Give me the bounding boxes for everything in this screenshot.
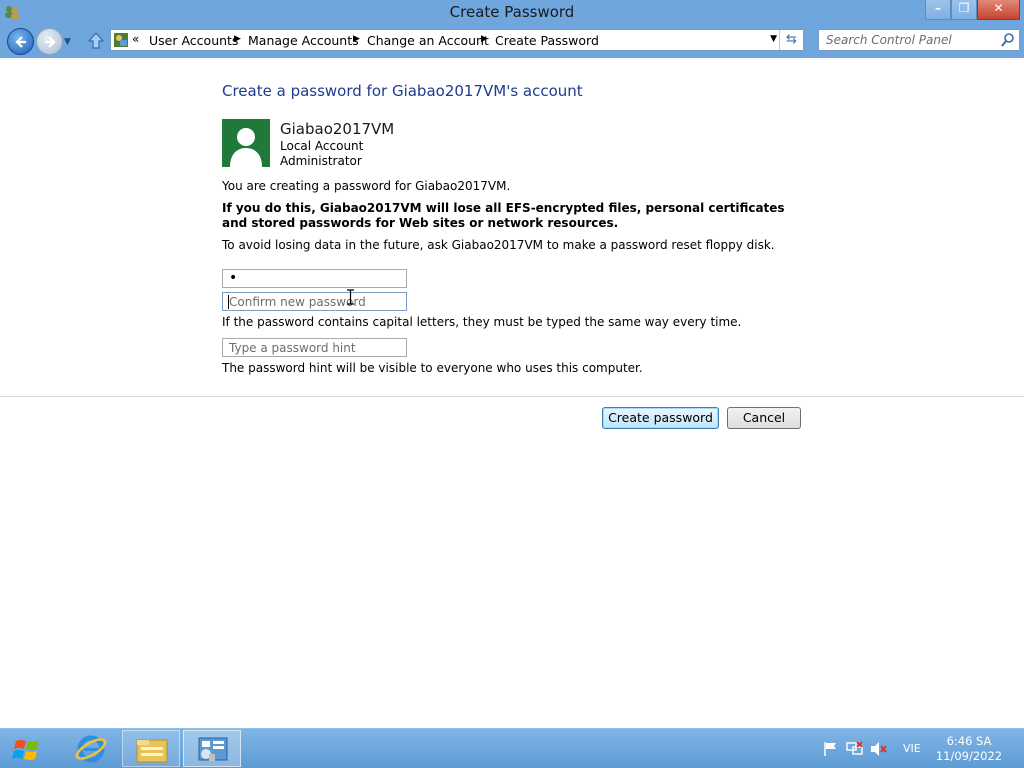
address-bar[interactable]: « User Accounts ▶ Manage Accounts ▶ Chan… xyxy=(110,29,804,51)
internet-explorer-icon xyxy=(75,735,107,763)
window-title: Create Password xyxy=(449,3,575,21)
taskbar-internet-explorer[interactable] xyxy=(62,730,120,767)
refresh-icon[interactable]: ⇆ xyxy=(779,30,803,50)
account-role: Administrator xyxy=(280,154,362,168)
back-arrow-icon xyxy=(15,36,26,48)
password-hint-field[interactable]: Type a password hint xyxy=(222,338,407,357)
confirm-password-field[interactable]: Confirm new password xyxy=(222,292,407,311)
page-title: Create a password for Giabao2017VM's acc… xyxy=(222,82,583,100)
divider xyxy=(0,396,1024,397)
up-arrow-icon[interactable] xyxy=(86,31,106,51)
intro-text: You are creating a password for Giabao20… xyxy=(222,179,511,193)
hint-note: The password hint will be visible to eve… xyxy=(222,361,643,375)
back-button[interactable] xyxy=(7,28,34,55)
caps-note: If the password contains capital letters… xyxy=(222,315,742,329)
address-dropdown-icon[interactable]: ▼ xyxy=(770,34,777,44)
taskbar-file-explorer[interactable] xyxy=(122,730,180,767)
content-area: Create a password for Giabao2017VM's acc… xyxy=(0,58,1024,728)
overflow-chevron-icon[interactable]: « xyxy=(132,32,139,46)
create-password-button[interactable]: Create password xyxy=(602,407,719,429)
input-language-indicator[interactable]: VIE xyxy=(903,742,921,755)
breadcrumb-create-password[interactable]: Create Password xyxy=(495,33,599,48)
control-panel-icon xyxy=(198,737,228,761)
breadcrumb-manage-accounts[interactable]: Manage Accounts xyxy=(248,33,359,48)
restore-icon: ❐ xyxy=(958,1,970,15)
user-avatar xyxy=(222,119,270,167)
close-button[interactable]: ✕ xyxy=(977,0,1020,20)
clock-time: 6:46 SA xyxy=(946,734,992,748)
minimize-button[interactable]: – xyxy=(925,0,951,20)
new-password-field[interactable]: • xyxy=(222,269,407,288)
forward-button[interactable] xyxy=(36,28,63,55)
start-button-windows-icon[interactable] xyxy=(6,732,50,766)
search-box[interactable]: Search Control Panel xyxy=(818,29,1020,51)
minimize-icon: – xyxy=(935,1,941,15)
advice-text: To avoid losing data in the future, ask … xyxy=(222,238,775,252)
breadcrumb-change-account[interactable]: Change an Account xyxy=(367,33,489,48)
breadcrumb-separator-icon[interactable]: ▶ xyxy=(481,34,488,44)
account-name: Giabao2017VM xyxy=(280,120,395,138)
warning-text: If you do this, Giabao2017VM will lose a… xyxy=(222,201,785,230)
title-bar[interactable]: Create Password – ❐ ✕ xyxy=(0,0,1024,24)
network-icon[interactable] xyxy=(846,741,864,757)
breadcrumb-separator-icon[interactable]: ▶ xyxy=(353,34,360,44)
forward-arrow-icon xyxy=(45,36,56,48)
ibeam-cursor-icon xyxy=(347,289,354,305)
search-placeholder: Search Control Panel xyxy=(826,33,952,47)
user-silhouette-icon xyxy=(230,128,262,167)
close-icon: ✕ xyxy=(993,1,1004,15)
taskbar-control-panel[interactable] xyxy=(183,730,241,767)
cancel-button[interactable]: Cancel xyxy=(727,407,801,429)
control-panel-icon xyxy=(114,33,128,47)
breadcrumb-user-accounts[interactable]: User Accounts xyxy=(149,33,238,48)
taskbar: VIE 6:46 SA 11/09/2022 xyxy=(0,728,1024,768)
folder-icon xyxy=(136,739,168,763)
clock-date: 11/09/2022 xyxy=(935,749,1003,763)
action-center-flag-icon[interactable] xyxy=(822,741,840,757)
breadcrumb-separator-icon[interactable]: ▶ xyxy=(234,34,241,44)
recent-pages-dropdown[interactable]: ▼ xyxy=(64,37,71,47)
navigation-bar: ▼ « User Accounts ▶ Manage Accounts ▶ Ch… xyxy=(0,24,1024,58)
volume-muted-icon[interactable] xyxy=(870,741,888,757)
text-caret xyxy=(228,295,229,309)
maximize-button[interactable]: ❐ xyxy=(951,0,977,20)
account-type: Local Account xyxy=(280,139,364,153)
system-clock[interactable]: 6:46 SA 11/09/2022 xyxy=(930,734,1008,764)
search-icon[interactable] xyxy=(1001,32,1015,48)
